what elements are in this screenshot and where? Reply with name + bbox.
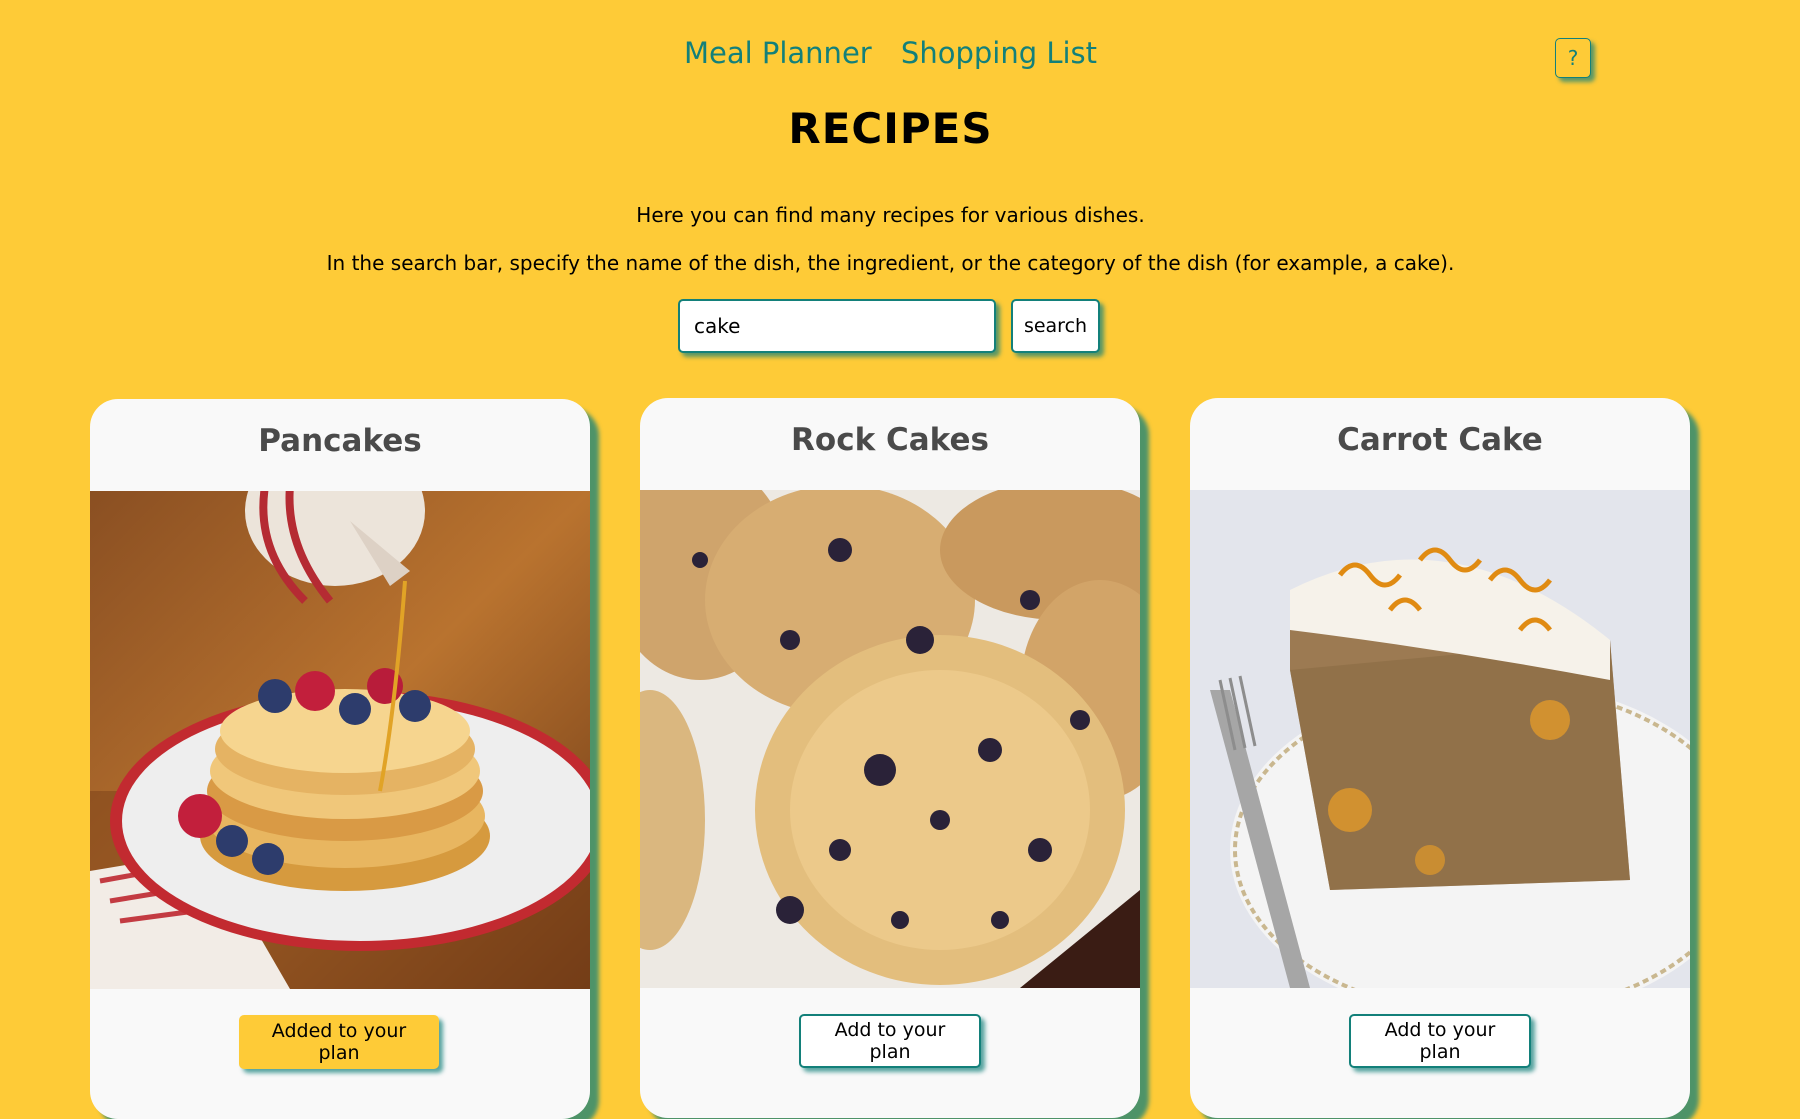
rock-cakes-photo: [640, 490, 1140, 988]
nav-link-shopping-list[interactable]: Shopping List: [901, 36, 1097, 70]
add-to-plan-button[interactable]: Add to your plan: [1349, 1014, 1531, 1068]
add-to-plan-button[interactable]: Add to your plan: [799, 1014, 981, 1068]
recipe-card-carrot-cake: Carrot Cake Add to your plan: [1190, 398, 1690, 1118]
intro-text-1: Here you can find many recipes for vario…: [636, 203, 1145, 227]
intro-text-2: In the search bar, specify the name of t…: [326, 251, 1455, 275]
search-button[interactable]: search: [1011, 299, 1100, 353]
recipe-title: Rock Cakes: [791, 422, 989, 458]
help-button[interactable]: ?: [1555, 38, 1591, 78]
page-title: RECIPES: [788, 104, 993, 153]
top-nav: Meal Planner Shopping List: [0, 36, 1781, 70]
carrot-cake-photo: [1190, 490, 1690, 988]
recipe-card-pancakes: Pancakes Added to your plan: [90, 399, 590, 1119]
nav-link-meal-planner[interactable]: Meal Planner: [684, 36, 872, 70]
recipe-title: Pancakes: [258, 423, 422, 459]
added-to-plan-button[interactable]: Added to your plan: [239, 1015, 439, 1069]
recipe-card-rock-cakes: Rock Cakes Add to your plan: [640, 398, 1140, 1118]
search-input[interactable]: [678, 299, 996, 353]
recipe-title: Carrot Cake: [1337, 422, 1543, 458]
pancakes-photo: [90, 491, 590, 989]
